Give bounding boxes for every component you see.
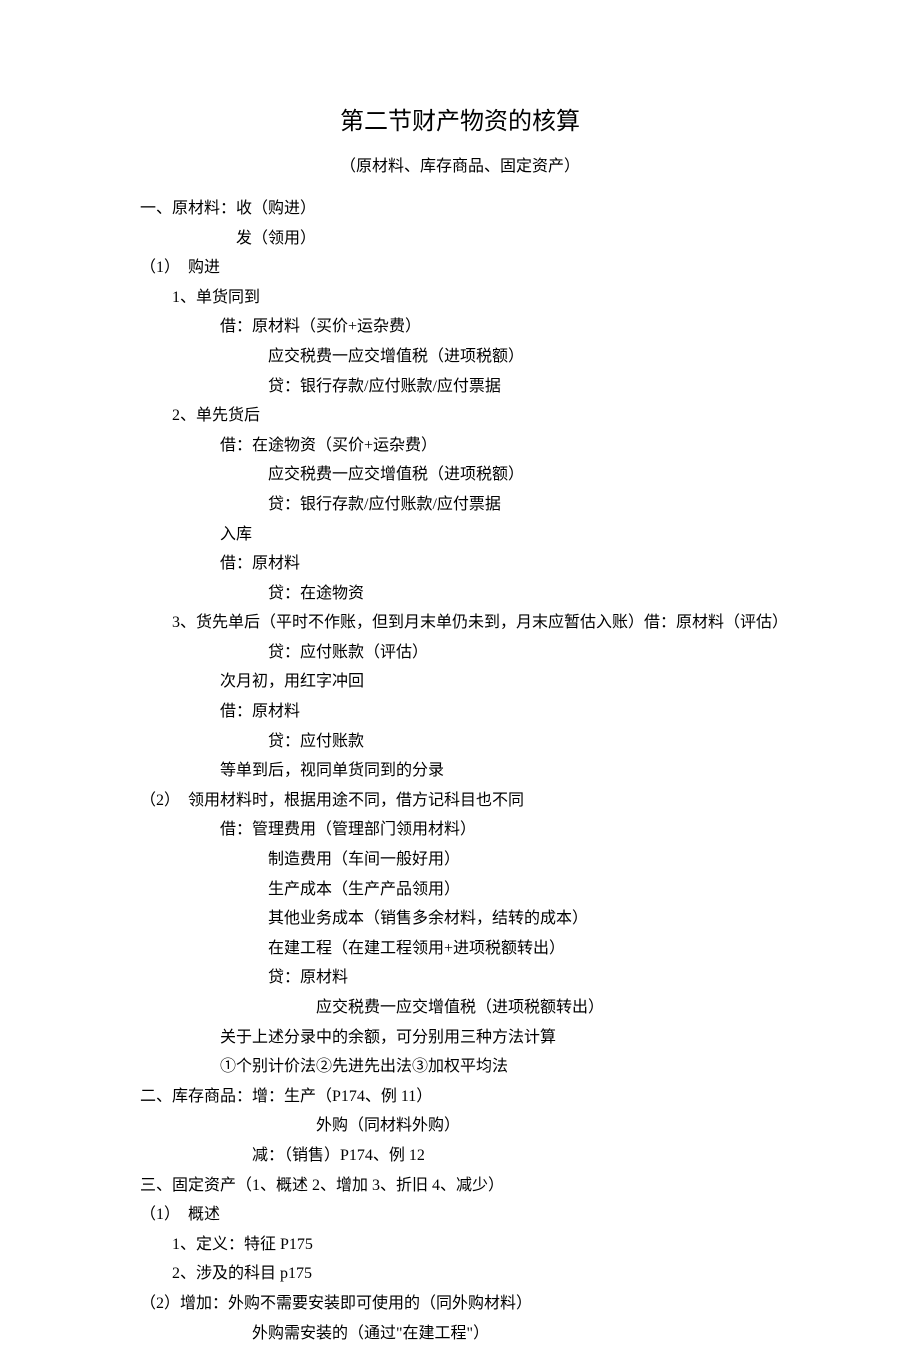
text-line: 1、单货同到 [140,283,780,313]
text-line: 三、固定资产（1、概述 2、增加 3、折旧 4、减少） [140,1171,780,1201]
text-line: 贷：银行存款/应付账款/应付票据 [140,372,780,402]
text-line: （1） 概述 [140,1200,780,1230]
text-line: 2、涉及的科目 p175 [140,1259,780,1289]
text-line: （2） 领用材料时，根据用途不同，借方记科目也不同 [140,786,780,816]
text-line: 贷：应付账款（评估） [140,638,780,668]
text-line: 2、单先货后 [140,401,780,431]
document-body: 一、原材料：收（购进）发（领用）（1） 购进1、单货同到借：原材料（买价+运杂费… [140,194,780,1348]
text-line: 贷：银行存款/应付账款/应付票据 [140,490,780,520]
text-line: 入库 [140,520,780,550]
text-line: 借：原材料 [140,549,780,579]
text-line: 其他业务成本（销售多余材料，结转的成本） [140,904,780,934]
text-line: 应交税费一应交增值税（进项税额转出） [140,993,780,1023]
text-line: 借：原材料（买价+运杂费） [140,312,780,342]
text-line: 贷：原材料 [140,963,780,993]
document-subtitle: （原材料、库存商品、固定资产） [140,152,780,182]
text-line: 发（领用） [140,224,780,254]
document-page: 第二节财产物资的核算 （原材料、库存商品、固定资产） 一、原材料：收（购进）发（… [0,0,920,1301]
text-line: 借：在途物资（买价+运杂费） [140,431,780,461]
text-line: 借：管理费用（管理部门领用材料） [140,815,780,845]
text-line: 减：（销售）P174、例 12 [140,1141,780,1171]
document-title: 第二节财产物资的核算 [140,100,780,144]
text-line: ①个别计价法②先进先出法③加权平均法 [140,1052,780,1082]
text-line: 借：原材料 [140,697,780,727]
text-line: 3、货先单后（平时不作账，但到月末单仍未到，月末应暂估入账）借：原材料（评估） [140,608,780,638]
text-line: 在建工程（在建工程领用+进项税额转出） [140,934,780,964]
text-line: 外购（同材料外购） [140,1111,780,1141]
text-line: 贷：应付账款 [140,727,780,757]
text-line: 一、原材料：收（购进） [140,194,780,224]
text-line: 外购需安装的（通过"在建工程"） [140,1319,780,1348]
text-line: （1） 购进 [140,253,780,283]
text-line: 应交税费一应交增值税（进项税额） [140,342,780,372]
text-line: 应交税费一应交增值税（进项税额） [140,460,780,490]
text-line: 1、定义：特征 P175 [140,1230,780,1260]
text-line: 二、库存商品：增：生产（P174、例 11） [140,1082,780,1112]
text-line: 生产成本（生产产品领用） [140,875,780,905]
text-line: 贷：在途物资 [140,579,780,609]
text-line: 等单到后，视同单货同到的分录 [140,756,780,786]
text-line: （2）增加：外购不需要安装即可使用的（同外购材料） [140,1289,780,1319]
text-line: 关于上述分录中的余额，可分别用三种方法计算 [140,1023,780,1053]
text-line: 次月初，用红字冲回 [140,667,780,697]
text-line: 制造费用（车间一般好用） [140,845,780,875]
